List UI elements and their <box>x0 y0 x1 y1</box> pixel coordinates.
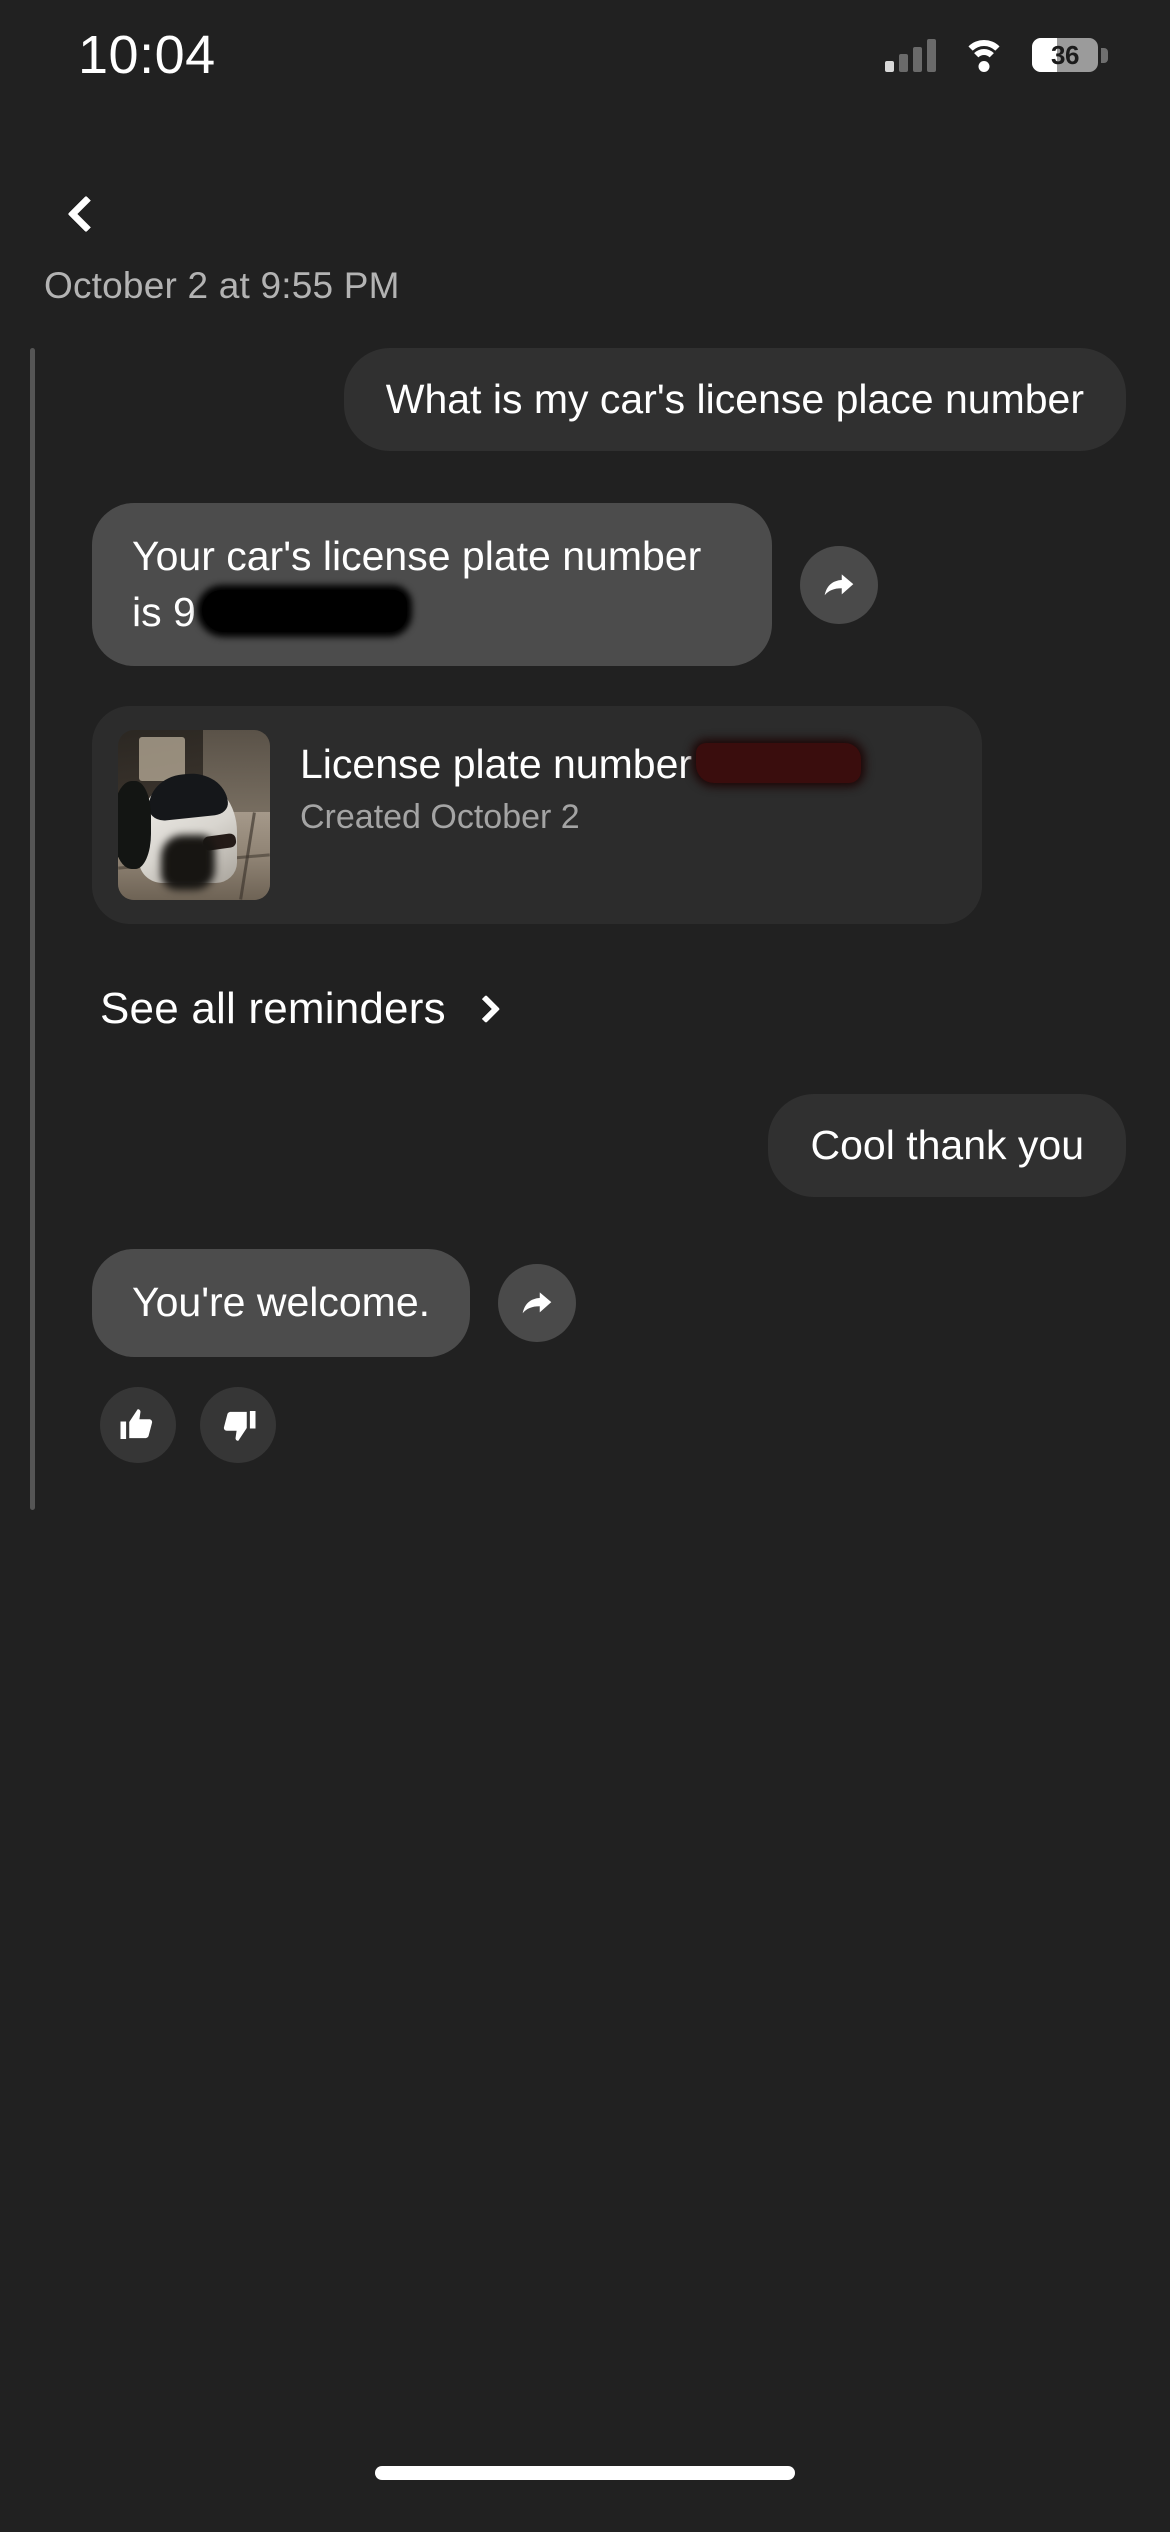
assistant-message-bubble-2[interactable]: You're welcome. <box>92 1249 471 1357</box>
battery-level: 36 <box>1051 40 1079 70</box>
cellular-signal-icon <box>885 38 936 72</box>
user-message-bubble-2[interactable]: Cool thank you <box>768 1093 1126 1198</box>
share-button-assistant-2[interactable] <box>498 1263 577 1342</box>
navigation-bar <box>0 176 1170 256</box>
see-all-reminders-label: See all reminders <box>100 983 446 1033</box>
phone-screen: 10:04 36 October 2 at 9:55 PM What is my… <box>0 0 1170 2532</box>
status-time: 10:04 <box>78 25 216 85</box>
thumbs-up-icon <box>120 1408 153 1439</box>
message-row-user: What is my car's license place number <box>0 348 1170 452</box>
redaction-overlay-red <box>696 742 862 783</box>
share-arrow-icon <box>824 573 854 595</box>
see-all-reminders-row[interactable]: See all reminders <box>0 984 1170 1034</box>
battery-icon: 36 <box>1032 38 1108 72</box>
reminder-card-title: License plate number <box>300 738 862 790</box>
reminder-card[interactable]: License plate number Created October 2 <box>92 705 982 924</box>
status-icons: 36 <box>885 38 1108 72</box>
message-row-assistant-2: You're welcome. <box>0 1249 1170 1357</box>
message-row-user-2: Cool thank you <box>0 1093 1170 1198</box>
thumbs-down-icon <box>223 1410 256 1441</box>
chevron-left-icon <box>67 195 105 233</box>
car-photo-thumbnail[interactable] <box>118 729 270 900</box>
user-message-bubble[interactable]: What is my car's license place number <box>343 348 1126 452</box>
back-button[interactable] <box>48 176 124 252</box>
conversation-list: What is my car's license place number Yo… <box>0 348 1170 1463</box>
reminder-card-subtitle: Created October 2 <box>300 798 580 837</box>
thumbs-down-button[interactable] <box>200 1386 276 1463</box>
share-button-assistant-1[interactable] <box>800 545 878 624</box>
date-header: October 2 at 9:55 PM <box>44 265 400 306</box>
wifi-icon <box>962 38 1006 72</box>
reminder-card-text: License plate number Created October 2 <box>300 730 862 837</box>
message-row-assistant: Your car's license plate number is 9 <box>0 503 1170 666</box>
thumbs-up-button[interactable] <box>100 1386 176 1463</box>
reminder-card-row: License plate number Created October 2 <box>0 705 1170 924</box>
redaction-overlay <box>201 589 407 632</box>
reminder-title-text: License plate number <box>300 740 693 787</box>
share-arrow-icon <box>522 1292 552 1314</box>
chevron-right-icon <box>471 994 500 1024</box>
status-bar: 10:04 36 <box>0 0 1170 110</box>
assistant-message-bubble[interactable]: Your car's license plate number is 9 <box>92 503 772 666</box>
home-indicator[interactable] <box>375 2466 795 2480</box>
feedback-buttons <box>0 1386 1170 1463</box>
